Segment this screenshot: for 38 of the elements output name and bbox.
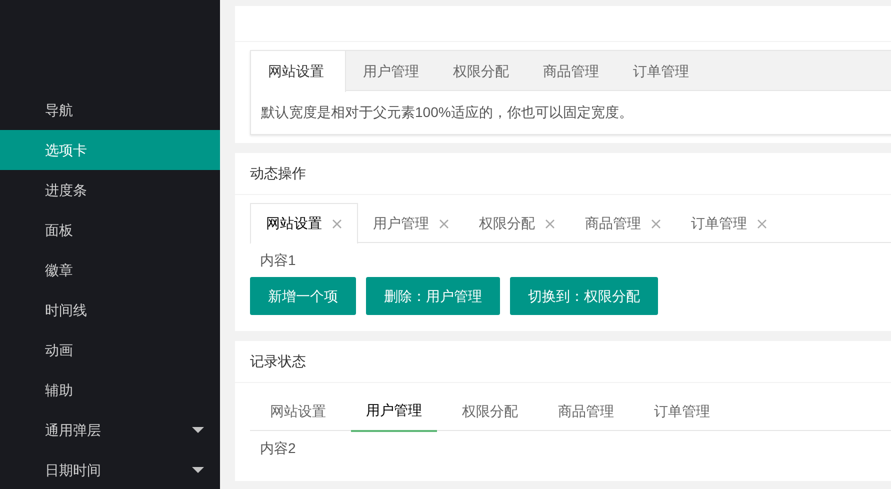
close-icon[interactable] bbox=[651, 218, 661, 228]
tab[interactable]: 网站设置 bbox=[250, 203, 358, 244]
close-icon[interactable] bbox=[439, 218, 449, 228]
tab[interactable]: 权限分配 bbox=[436, 51, 526, 92]
sidebar-item[interactable]: 徽章 bbox=[0, 250, 220, 290]
sidebar-item[interactable]: 导航 bbox=[0, 90, 220, 130]
tab[interactable]: 权限分配 bbox=[447, 391, 533, 431]
tab[interactable]: 订单管理 bbox=[676, 203, 782, 244]
sidebar-item[interactable]: 选项卡 bbox=[0, 130, 220, 170]
tab-content: 默认宽度是相对于父元素100%适应的，你也可以固定宽度。 bbox=[260, 103, 634, 122]
tab[interactable]: 商品管理 bbox=[543, 391, 629, 431]
tab-action-button[interactable]: 删除：用户管理 bbox=[366, 277, 500, 315]
sidebar-item[interactable]: 时间线 bbox=[0, 290, 220, 330]
close-icon[interactable] bbox=[332, 218, 342, 228]
tab[interactable]: 商品管理 bbox=[526, 51, 616, 92]
sidebar-item[interactable]: 辅助 bbox=[0, 370, 220, 410]
panel-title: 动态操作 bbox=[250, 164, 306, 183]
sidebar-item[interactable]: 通用弹层 bbox=[0, 410, 220, 450]
sidebar-item[interactable]: 面板 bbox=[0, 210, 220, 250]
tab-action-button[interactable]: 新增一个项 bbox=[250, 277, 356, 315]
tab-content: 内容2 bbox=[259, 439, 297, 458]
sidebar-item[interactable]: 动画 bbox=[0, 330, 220, 370]
tab-content: 内容1 bbox=[259, 251, 297, 270]
tab[interactable]: 订单管理 bbox=[639, 391, 725, 431]
sidebar-item[interactable]: 进度条 bbox=[0, 170, 220, 210]
tab[interactable]: 网站设置 bbox=[251, 51, 346, 92]
tab[interactable]: 用户管理 bbox=[358, 203, 464, 244]
close-icon[interactable] bbox=[757, 218, 767, 228]
sidebar-item[interactable]: 日期时间 bbox=[0, 450, 220, 489]
tab[interactable]: 订单管理 bbox=[616, 51, 706, 92]
tab[interactable]: 用户管理 bbox=[346, 51, 436, 92]
tab[interactable]: 权限分配 bbox=[464, 203, 570, 244]
tab[interactable]: 用户管理 bbox=[351, 391, 437, 432]
tab-action-button[interactable]: 切换到：权限分配 bbox=[510, 277, 658, 315]
tab[interactable]: 网站设置 bbox=[255, 391, 341, 431]
close-icon[interactable] bbox=[545, 218, 555, 228]
panel-title: 记录状态 bbox=[250, 352, 306, 371]
tab[interactable]: 商品管理 bbox=[570, 203, 676, 244]
